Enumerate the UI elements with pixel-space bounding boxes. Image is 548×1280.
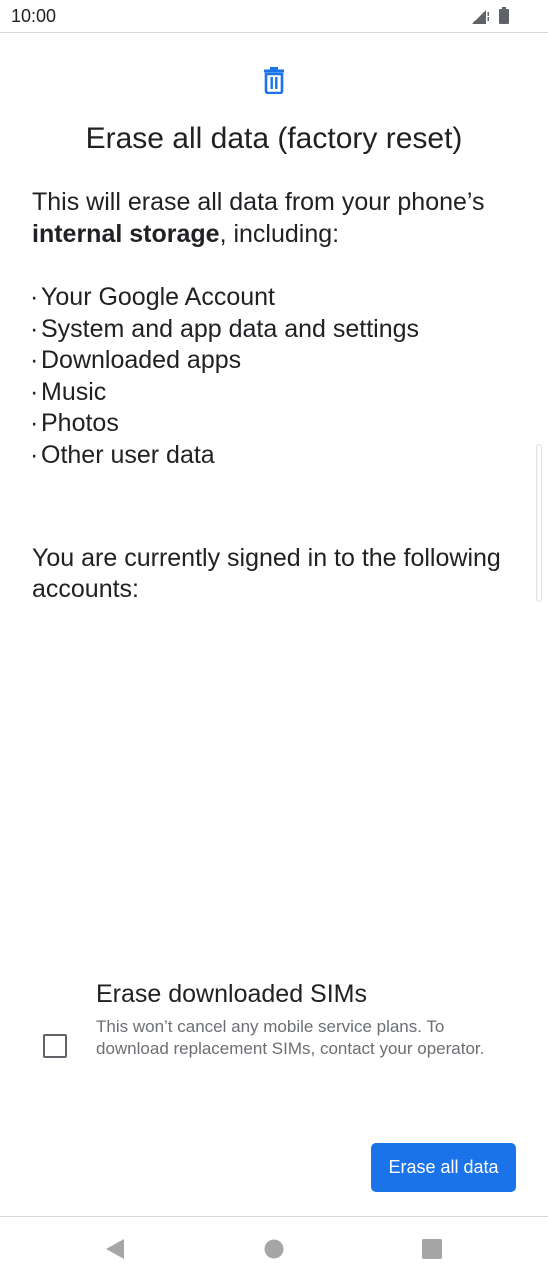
- list-item: · Other user data: [30, 440, 419, 472]
- trash-icon: [264, 67, 284, 94]
- bullet: ·: [30, 314, 39, 343]
- list-item-label: Your Google Account: [41, 283, 275, 311]
- navigation-bar: [0, 1216, 548, 1280]
- list-item-label: Other user data: [41, 440, 215, 469]
- home-icon[interactable]: [262, 1237, 286, 1261]
- bullet: ·: [30, 409, 39, 437]
- list-item-label: Music: [41, 377, 107, 406]
- intro-prefix: This will erase all data from your phone…: [32, 188, 485, 216]
- status-bar: 10:00: [0, 0, 548, 33]
- list-item-label: System and app data and settings: [41, 314, 420, 343]
- battery-icon: [499, 7, 509, 24]
- recents-icon[interactable]: [420, 1237, 444, 1261]
- erase-all-data-button[interactable]: Erase all data: [371, 1143, 516, 1192]
- back-icon[interactable]: [103, 1237, 127, 1261]
- bullet: ·: [30, 440, 39, 469]
- sim-option-title: Erase downloaded SIMs: [96, 980, 367, 1008]
- erase-items-list: · Your Google Account · System and app dat…: [30, 282, 419, 471]
- signal-icon: [472, 10, 489, 24]
- sim-option-description: This won’t cancel any mobile service pla…: [96, 1017, 485, 1058]
- dialog-title: Erase all data (factory reset): [85, 122, 463, 155]
- intro-suffix: , including:: [219, 220, 340, 248]
- factory-reset-screen: 10:00 Erase all data (factory reset) Thi…: [0, 0, 548, 1280]
- erase-sims-option[interactable]: Erase downloaded SIMs This won’t cancel …: [0, 976, 548, 1086]
- intro-text: This will erase all data from your phone…: [32, 186, 532, 250]
- scrollbar[interactable]: [536, 444, 542, 602]
- erase-sims-checkbox[interactable]: [43, 1034, 67, 1058]
- list-item: · System and app data and settings: [30, 314, 419, 346]
- status-time: 10:00: [11, 6, 57, 26]
- list-item: · Downloaded apps: [30, 345, 419, 377]
- list-item: · Music: [30, 377, 419, 409]
- list-item: · Photos: [30, 408, 419, 440]
- list-item: · Your Google Account: [30, 282, 419, 314]
- list-item-label: Photos: [41, 409, 119, 437]
- status-icons: [472, 7, 509, 24]
- bullet: ·: [30, 346, 39, 374]
- intro-bold: internal storage: [32, 220, 220, 248]
- accounts-text: You are currently signed in to the follo…: [32, 544, 501, 603]
- bullet: ·: [30, 377, 39, 406]
- list-item-label: Downloaded apps: [41, 346, 242, 374]
- bullet: ·: [30, 283, 39, 311]
